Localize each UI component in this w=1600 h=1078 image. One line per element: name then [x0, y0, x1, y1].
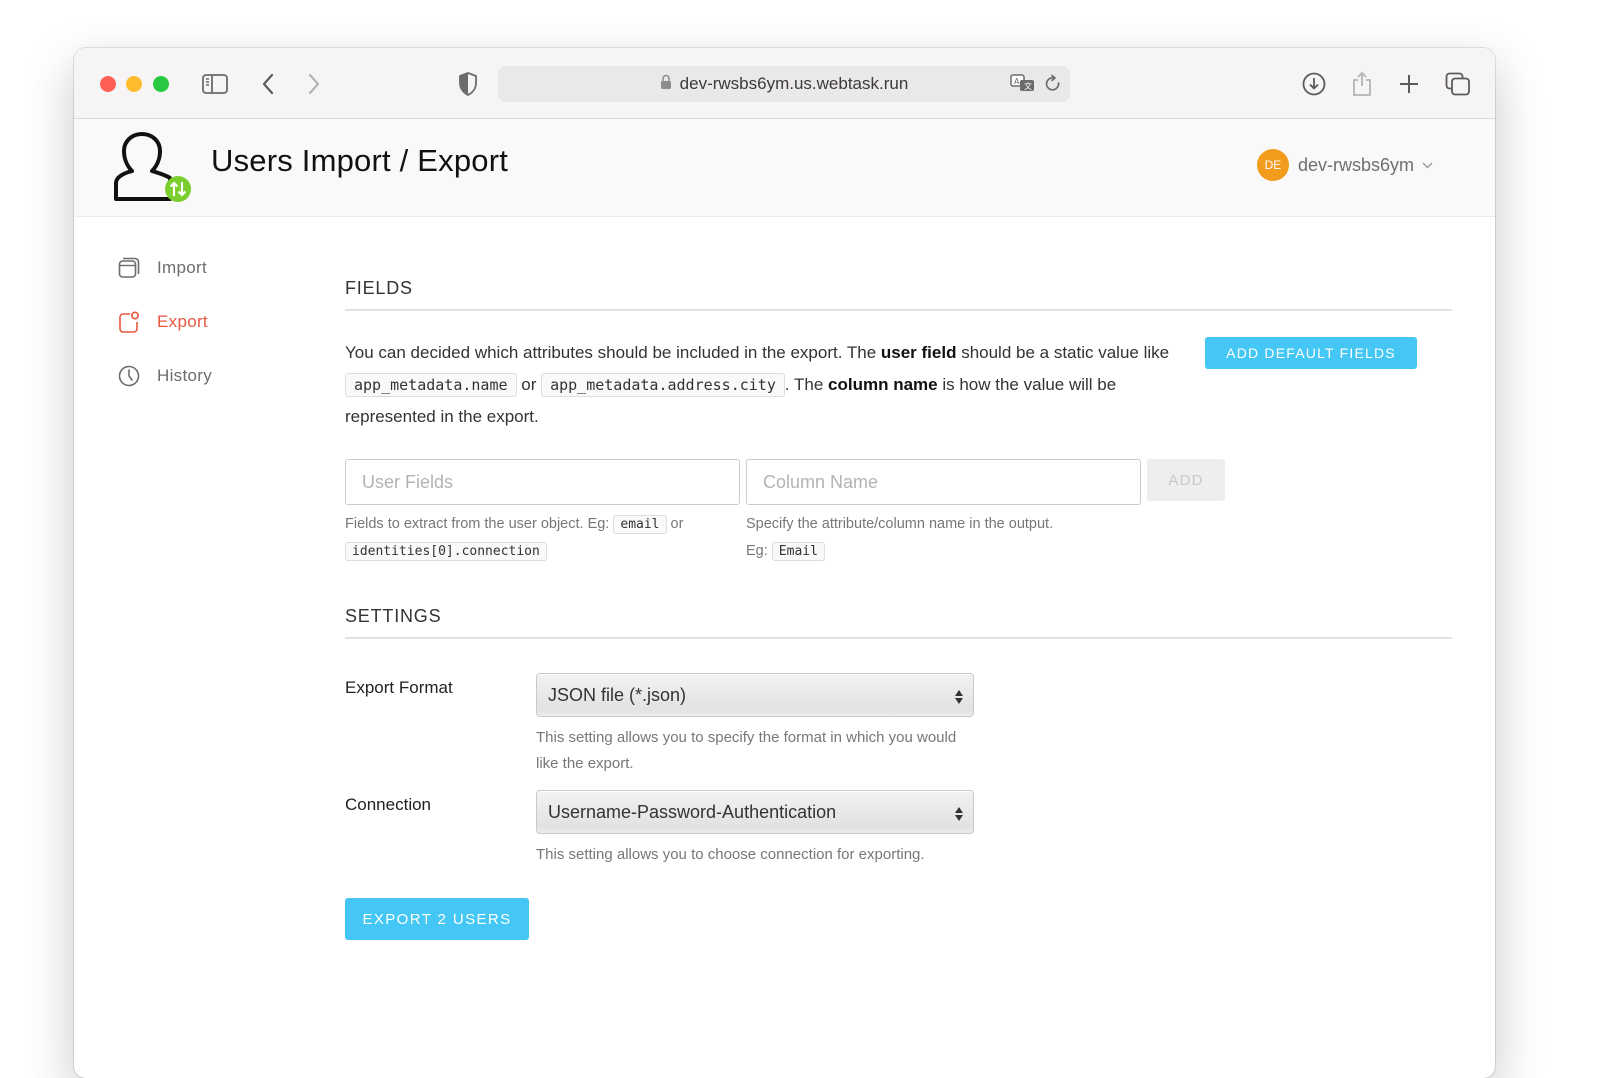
export-format-label: Export Format — [345, 678, 453, 697]
export-users-button[interactable]: EXPORT 2 USERS — [345, 898, 529, 940]
lock-icon — [660, 74, 672, 95]
add-default-fields-button[interactable]: ADD DEFAULT FIELDS — [1205, 337, 1417, 369]
fields-intro-text: You can decided which attributes should … — [345, 343, 1170, 426]
browser-window: dev-rwsbs6ym.us.webtask.run A文 Users Imp… — [74, 48, 1495, 1078]
select-arrows-icon — [955, 807, 963, 821]
url-text: dev-rwsbs6ym.us.webtask.run — [679, 74, 909, 93]
export-format-help: This setting allows you to specify the f… — [536, 729, 957, 772]
users-import-export-logo-icon — [114, 131, 194, 205]
sidebar-item-history[interactable]: History — [117, 361, 317, 391]
tenant-switcher[interactable]: DE dev-rwsbs6ym — [1256, 149, 1433, 181]
tab-overview-icon[interactable] — [1444, 70, 1472, 98]
back-icon[interactable] — [254, 70, 282, 98]
connection-help: This setting allows you to choose connec… — [536, 846, 925, 863]
svg-text:A: A — [1014, 77, 1020, 86]
clock-icon — [117, 364, 141, 388]
sidebar-item-label: Export — [157, 312, 208, 331]
share-icon[interactable] — [1348, 70, 1376, 98]
user-fields-help: Fields to extract from the user object. … — [345, 515, 684, 561]
column-name-input[interactable] — [746, 459, 1141, 505]
zoom-window-button[interactable] — [153, 76, 169, 92]
reload-icon[interactable] — [1044, 72, 1062, 96]
main-content: FIELDS You can decided which attributes … — [345, 278, 1452, 940]
sidebar-nav: Import Export History — [117, 253, 317, 415]
sidebar-toggle-icon[interactable] — [201, 70, 229, 98]
add-field-button[interactable]: ADD — [1147, 459, 1225, 501]
new-tab-icon[interactable] — [1395, 70, 1423, 98]
avatar: DE — [1256, 149, 1289, 181]
tenant-name: dev-rwsbs6ym — [1297, 154, 1414, 175]
fields-section-title: FIELDS — [345, 278, 1452, 311]
export-format-select[interactable]: JSON file (*.json) — [536, 673, 974, 717]
export-format-value: JSON file (*.json) — [548, 684, 687, 705]
address-bar[interactable]: dev-rwsbs6ym.us.webtask.run A文 — [498, 66, 1070, 102]
column-name-help: Specify the attribute/column name in the… — [746, 516, 1054, 561]
minimize-window-button[interactable] — [126, 76, 142, 92]
app-header: Users Import / Export DE dev-rwsbs6ym — [74, 119, 1495, 217]
import-icon — [117, 256, 141, 280]
sidebar-item-label: History — [157, 366, 212, 385]
close-window-button[interactable] — [100, 76, 116, 92]
chevron-down-icon — [1422, 158, 1433, 172]
browser-toolbar: dev-rwsbs6ym.us.webtask.run A文 — [74, 48, 1495, 119]
privacy-shield-icon[interactable] — [454, 70, 482, 98]
connection-label: Connection — [345, 795, 432, 814]
code-example: app_metadata.address.city — [541, 373, 785, 397]
export-icon — [117, 310, 141, 334]
connection-value: Username-Password-Authentication — [548, 801, 837, 822]
svg-text:文: 文 — [1024, 81, 1032, 91]
translate-icon[interactable]: A文 — [1010, 72, 1036, 96]
sidebar-item-export[interactable]: Export — [117, 307, 317, 337]
download-icon[interactable] — [1300, 70, 1328, 98]
forward-icon[interactable] — [300, 70, 328, 98]
settings-section-title: SETTINGS — [345, 606, 1452, 639]
page-title: Users Import / Export — [211, 143, 509, 178]
connection-select[interactable]: Username-Password-Authentication — [536, 790, 974, 834]
sidebar-item-import[interactable]: Import — [117, 253, 317, 283]
sidebar-item-label: Import — [157, 258, 207, 277]
user-fields-input[interactable] — [345, 459, 740, 505]
select-arrows-icon — [955, 690, 963, 704]
code-example: app_metadata.name — [345, 373, 517, 397]
